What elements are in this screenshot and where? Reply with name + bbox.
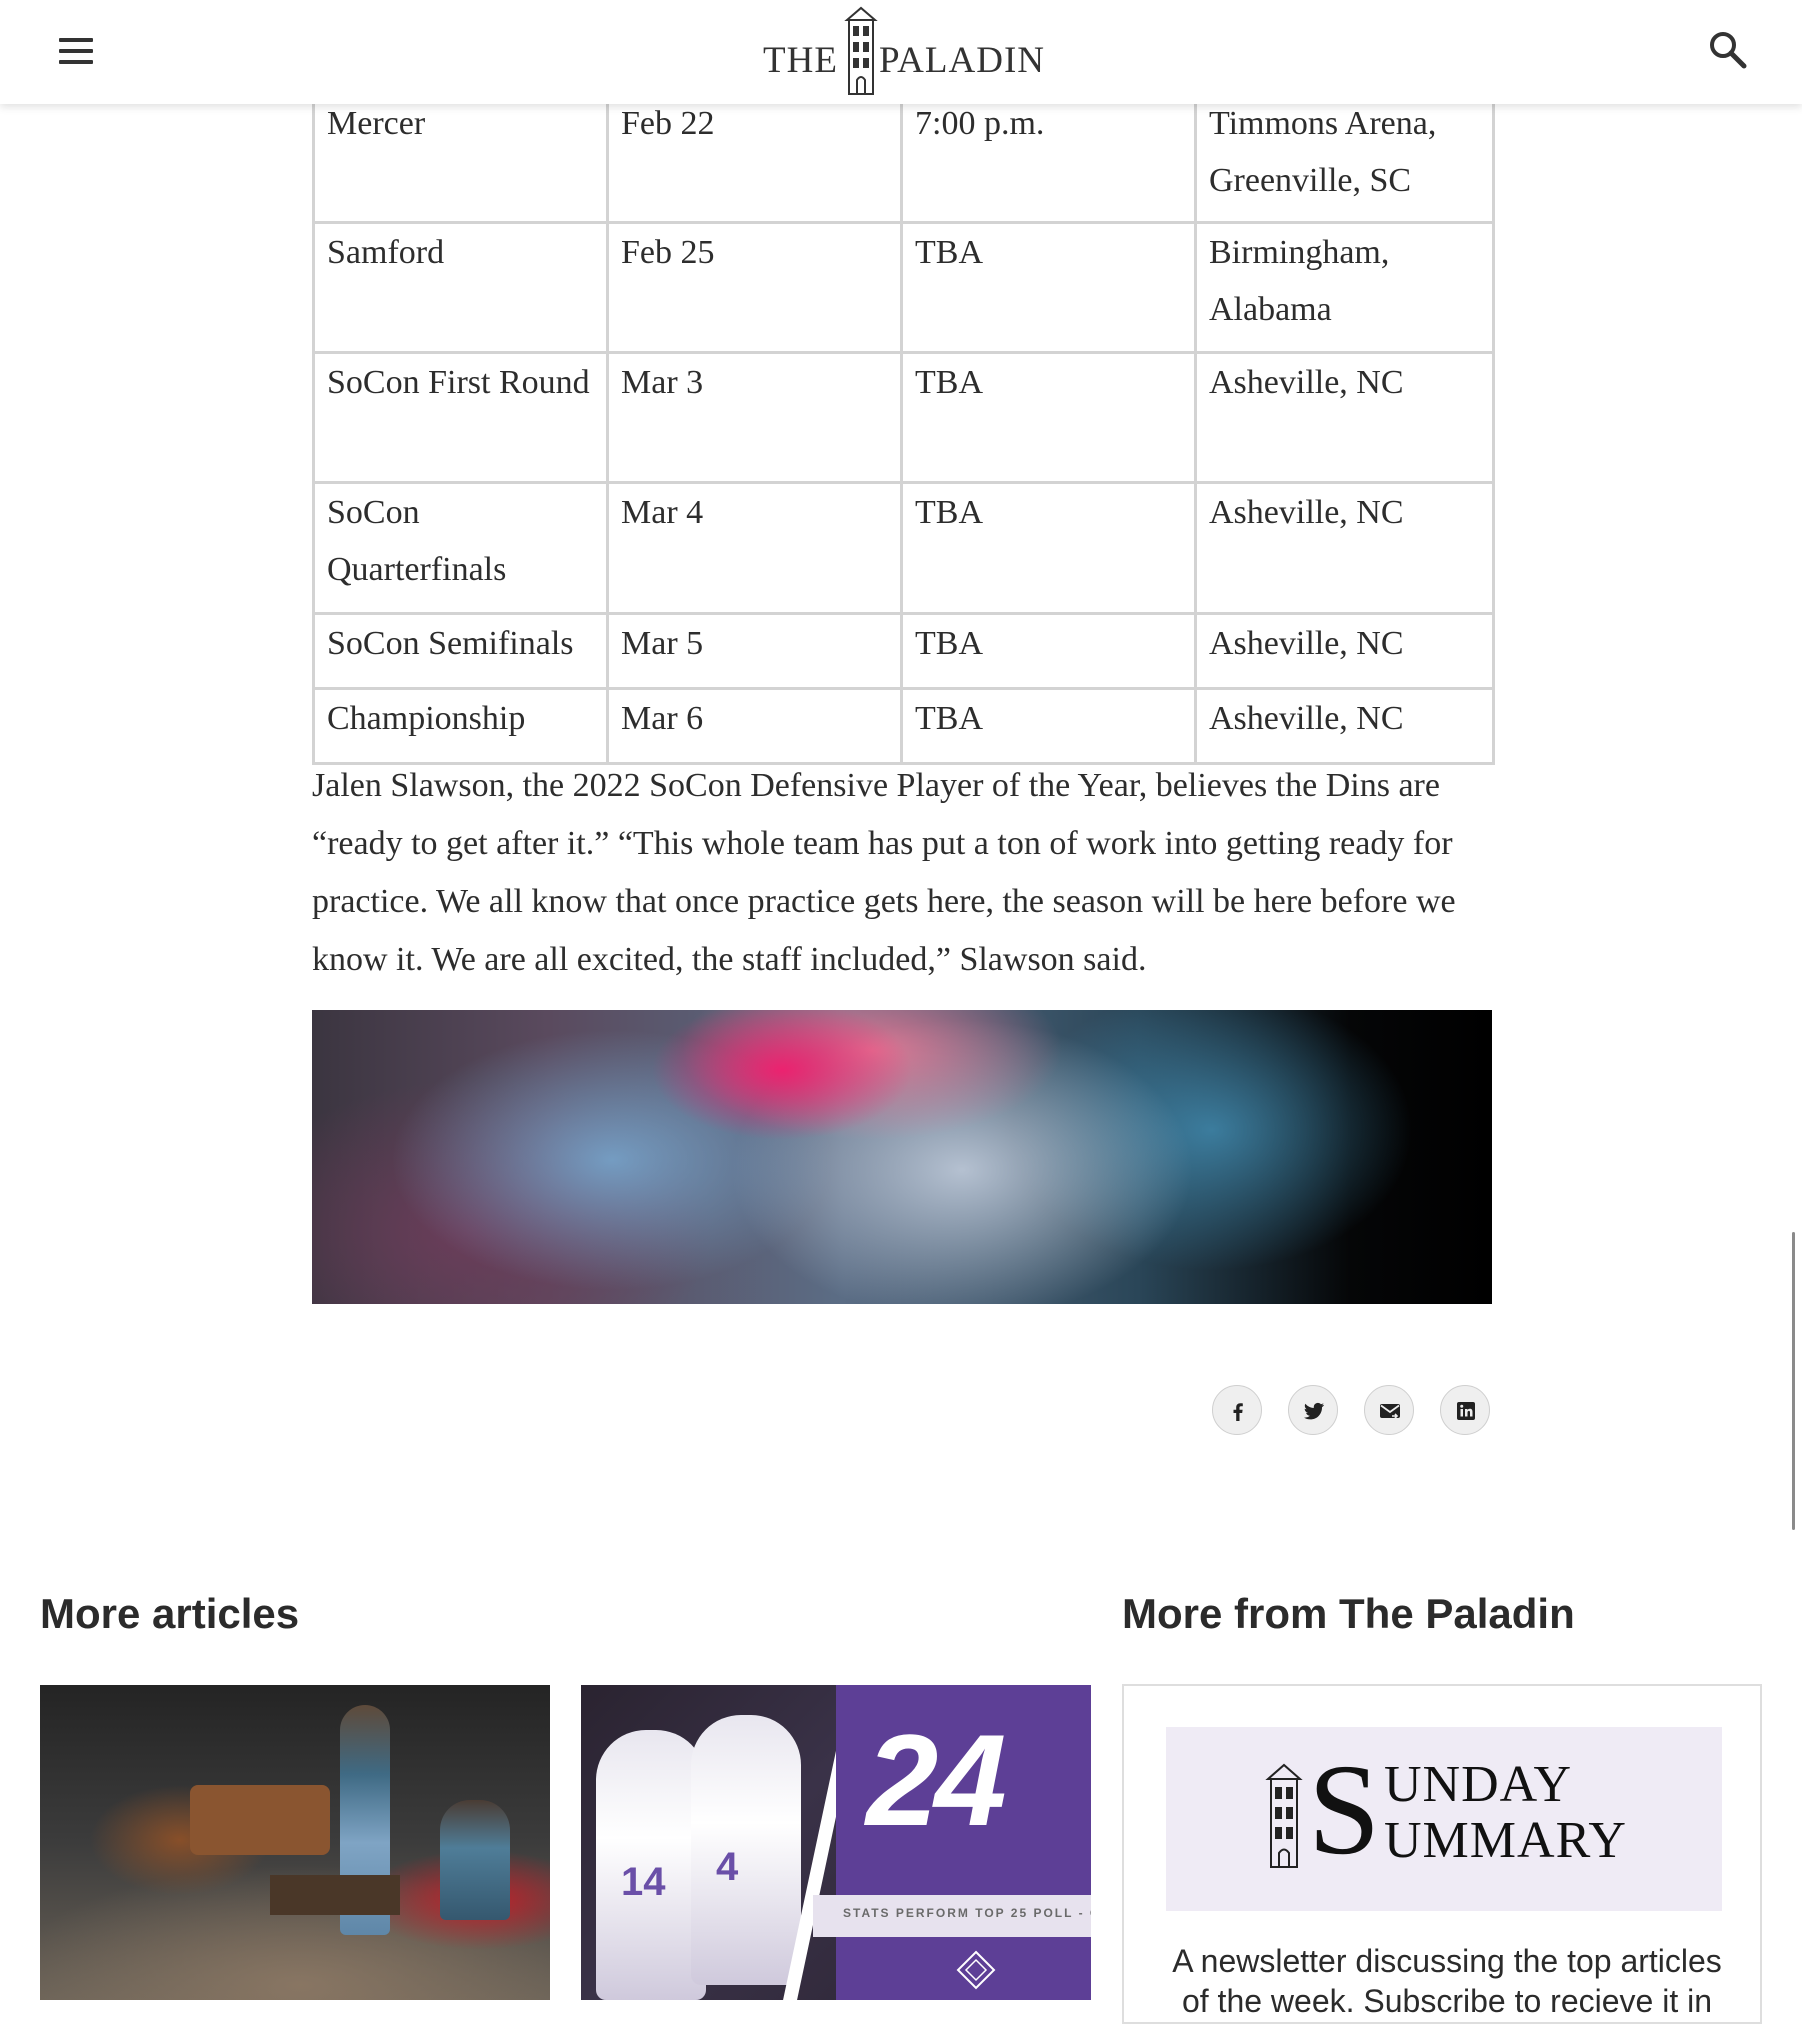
newsletter-title-line2: UMMARY (1384, 1812, 1627, 1869)
date-cell: Mar 3 (606, 351, 903, 484)
time-cell: TBA (900, 687, 1197, 765)
article-thumbnail-football[interactable]: 14 4 24 STATS PERFORM TOP 25 POLL - OC (581, 1685, 1091, 2000)
poll-band: STATS PERFORM TOP 25 POLL - OC (813, 1895, 1091, 1937)
table-row: SoCon First Round Mar 3 TBA Asheville, N… (312, 351, 1495, 484)
date-cell: Mar 4 (606, 481, 903, 615)
newsletter-title-line1: UNDAY (1384, 1756, 1572, 1813)
time-cell: TBA (900, 612, 1197, 690)
jersey-number: 14 (621, 1860, 666, 1904)
facebook-icon (1233, 1403, 1243, 1421)
search-icon[interactable] (1706, 28, 1750, 72)
article-thumbnail-theatre[interactable] (40, 1685, 550, 2000)
date-cell: Mar 5 (606, 612, 903, 690)
location-cell: Asheville, NC (1194, 612, 1495, 690)
email-share-button[interactable] (1364, 1385, 1414, 1435)
location-cell: Asheville, NC (1194, 687, 1495, 765)
site-header: THE PALADIN (0, 0, 1802, 104)
table-row: SoCon Quarterfinals Mar 4 TBA Asheville,… (312, 481, 1495, 615)
table-row: Samford Feb 25 TBA Birmingham, Alabama (312, 221, 1495, 354)
newsletter-card[interactable]: S UNDAY UMMARY A newsletter discussing t… (1122, 1684, 1762, 2024)
table-row: SoCon Semifinals Mar 5 TBA Asheville, NC (312, 612, 1495, 690)
time-cell: TBA (900, 481, 1197, 615)
schedule-table: Mercer Feb 22 7:00 p.m. Timmons Arena, G… (312, 46, 1495, 765)
twitter-icon (1304, 1402, 1324, 1420)
table-row: Championship Mar 6 TBA Asheville, NC (312, 687, 1495, 765)
location-cell: Birmingham, Alabama (1194, 221, 1495, 354)
tower-logo-icon (844, 6, 878, 95)
logo-text-paladin: PALADIN (879, 40, 1045, 81)
article-paragraph: Jalen Slawson, the 2022 SoCon Defensive … (312, 767, 1456, 978)
article-image (312, 1010, 1492, 1304)
hamburger-menu-icon[interactable] (52, 26, 102, 76)
opponent-cell: SoCon Quarterfinals (312, 481, 609, 615)
newsletter-description: A newsletter discussing the top articles… (1172, 1943, 1722, 2019)
time-cell: TBA (900, 221, 1197, 354)
poll-band-text: STATS PERFORM TOP 25 POLL - OC (843, 1906, 1091, 1920)
seated-figure (440, 1800, 510, 1920)
tower-logo-icon (1265, 1763, 1303, 1868)
opponent-cell: SoCon Semifinals (312, 612, 609, 690)
linkedin-icon (1457, 1402, 1475, 1420)
facebook-share-button[interactable] (1212, 1385, 1262, 1435)
player-figure: 4 (691, 1715, 801, 1985)
diamond-logo-icon (956, 1950, 996, 1990)
newsletter-initial: S (1308, 1738, 1381, 1882)
date-cell: Mar 6 (606, 687, 903, 765)
email-icon (1380, 1404, 1400, 1419)
player-figure: 14 (596, 1730, 706, 2000)
table-shape (270, 1875, 400, 1915)
time-cell: TBA (900, 351, 1197, 484)
opponent-cell: Championship (312, 687, 609, 765)
linkedin-share-button[interactable] (1440, 1385, 1490, 1435)
opponent-cell: SoCon First Round (312, 351, 609, 484)
logo-text-the: THE (763, 40, 838, 81)
opponent-cell: Samford (312, 221, 609, 354)
twitter-share-button[interactable] (1288, 1385, 1338, 1435)
site-logo[interactable]: THE PALADIN (763, 6, 1045, 98)
date-cell: Feb 25 (606, 221, 903, 354)
newsletter-banner: S UNDAY UMMARY (1166, 1727, 1722, 1911)
location-cell: Asheville, NC (1194, 351, 1495, 484)
jersey-number: 4 (716, 1845, 739, 1889)
location-cell: Asheville, NC (1194, 481, 1495, 615)
more-articles-heading: More articles (40, 1590, 300, 1637)
sofa-shape (190, 1785, 330, 1855)
ranking-number: 24 (866, 1707, 1007, 1853)
page-scrollbar[interactable] (1792, 1232, 1795, 1530)
more-from-heading: More from The Paladin (1122, 1590, 1575, 1637)
